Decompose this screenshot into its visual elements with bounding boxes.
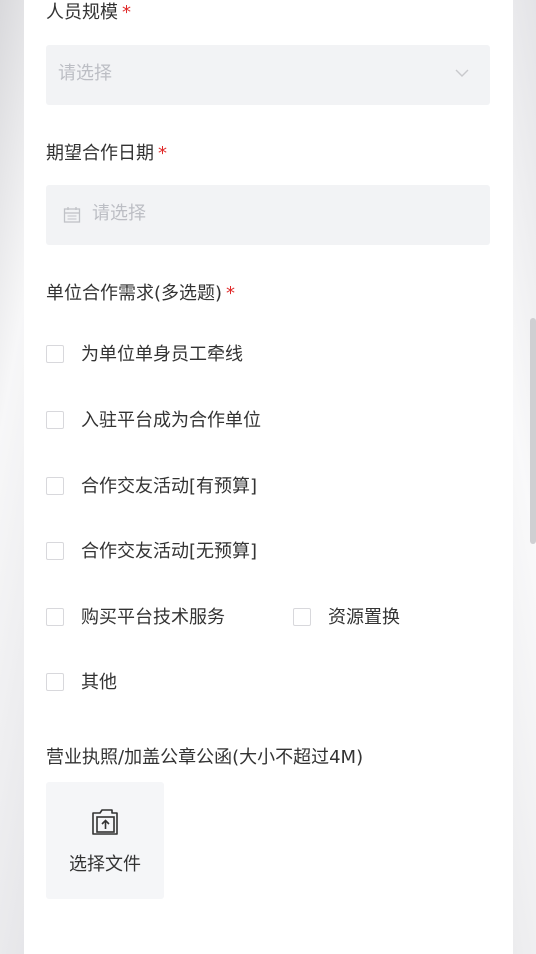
needs-option-7[interactable]: 其他: [46, 670, 136, 696]
checkbox-label: 为单位单身员工牵线: [81, 344, 243, 365]
scrollbar-thumb[interactable]: [530, 318, 536, 544]
chevron-down-icon: [455, 69, 469, 77]
required-mark: *: [122, 2, 131, 23]
upload-file-button[interactable]: 选择文件: [46, 782, 164, 899]
upload-button-label: 选择文件: [69, 854, 141, 875]
file-upload-icon: [92, 809, 118, 835]
license-label: 营业执照/加盖公章公函(大小不超过4M): [46, 745, 363, 771]
coop-date-label-text: 期望合作日期: [46, 143, 154, 164]
staff-size-label-text: 人员规模: [46, 2, 118, 23]
staff-size-label: 人员规模 *: [46, 0, 131, 26]
checkbox[interactable]: [46, 542, 64, 560]
calendar-icon: [63, 207, 81, 223]
checkbox-label: 合作交友活动[无预算]: [81, 541, 258, 562]
checkbox[interactable]: [46, 411, 64, 429]
license-label-text: 营业执照/加盖公章公函(大小不超过4M): [46, 747, 364, 768]
staff-size-placeholder: 请选择: [58, 63, 112, 84]
coop-date-placeholder: 请选择: [92, 203, 146, 224]
required-mark: *: [226, 283, 236, 304]
checkbox-label: 其他: [81, 672, 117, 693]
needs-option-3[interactable]: 合作交友活动[有预算]: [46, 474, 306, 500]
coop-date-label: 期望合作日期 *: [46, 141, 167, 167]
checkbox-label: 入驻平台成为合作单位: [81, 410, 261, 431]
checkbox[interactable]: [46, 673, 64, 691]
needs-option-2[interactable]: 入驻平台成为合作单位: [46, 408, 306, 434]
needs-option-5[interactable]: 购买平台技术服务: [46, 605, 266, 631]
page-background-left: [0, 0, 24, 954]
checkbox[interactable]: [46, 345, 64, 363]
needs-label-text: 单位合作需求(多选题): [46, 283, 223, 304]
required-mark: *: [158, 143, 167, 164]
needs-option-6[interactable]: 资源置换: [293, 605, 423, 631]
checkbox-label: 购买平台技术服务: [81, 607, 225, 628]
checkbox-label: 合作交友活动[有预算]: [81, 476, 258, 497]
staff-size-select[interactable]: 请选择: [46, 45, 490, 105]
checkbox[interactable]: [46, 477, 64, 495]
checkbox-label: 资源置换: [328, 607, 400, 628]
needs-option-4[interactable]: 合作交友活动[无预算]: [46, 539, 306, 565]
checkbox[interactable]: [293, 608, 311, 626]
needs-option-1[interactable]: 为单位单身员工牵线: [46, 342, 306, 368]
coop-date-picker[interactable]: 请选择: [46, 185, 490, 245]
needs-label: 单位合作需求(多选题) *: [46, 281, 235, 307]
checkbox[interactable]: [46, 608, 64, 626]
